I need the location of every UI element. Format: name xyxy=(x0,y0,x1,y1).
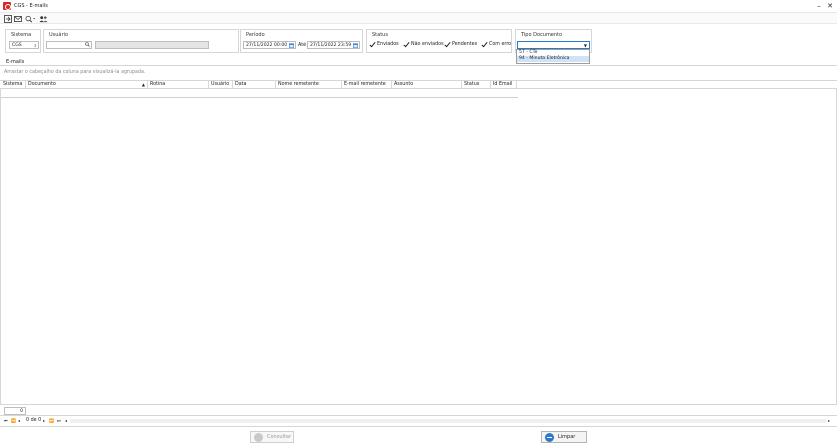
first-page-icon[interactable]: ⏮ xyxy=(4,418,8,423)
limpar-button[interactable]: Limpar xyxy=(541,431,587,443)
column-header-data[interactable]: Data xyxy=(233,81,276,89)
window-title: CGS - E-mails xyxy=(14,3,48,9)
column-header-nome-remetente[interactable]: Nome remetente xyxy=(276,81,342,89)
column-header-usuario[interactable]: Usuário xyxy=(209,81,233,89)
sistema-field[interactable]: CGS ⇕ xyxy=(9,41,39,49)
usuario-name-field xyxy=(95,41,209,49)
status-title: Status xyxy=(372,32,388,38)
zoom-icon[interactable] xyxy=(24,14,36,23)
sistema-value: CGS xyxy=(12,43,22,48)
periodo-title: Período xyxy=(246,32,265,38)
search-icon xyxy=(254,432,263,442)
status-group: Status Enviados Não enviados Pendentes C… xyxy=(366,29,512,53)
prev-page-group-icon[interactable]: ⏪ xyxy=(11,418,16,423)
clear-icon xyxy=(545,432,554,442)
checkmark-icon xyxy=(404,41,410,48)
tab-divider xyxy=(0,65,837,66)
grid-footer: 0 xyxy=(0,404,837,416)
close-button[interactable]: ✕ xyxy=(825,1,835,11)
periodo-from-value: 27/11/2022 00:00 xyxy=(246,43,288,48)
calendar-icon[interactable] xyxy=(289,43,295,48)
grid-body xyxy=(0,89,837,404)
periodo-from-field[interactable]: 27/11/2022 00:00 xyxy=(243,41,296,49)
search-icon[interactable] xyxy=(85,42,90,48)
periodo-to-label: Até xyxy=(298,43,307,48)
action-bar: Consultar Limpar xyxy=(0,426,837,448)
grid-navigator: ⏮ ⏪ ◂ 0 de 0 ▸ ⏩ ⏭ ◂ ▸ xyxy=(0,416,837,426)
chevron-down-icon[interactable]: ▼ xyxy=(584,42,587,48)
email-icon[interactable] xyxy=(13,14,22,23)
page-info: 0 de 0 xyxy=(26,418,42,423)
checkbox-label: Não enviados xyxy=(411,42,444,47)
column-header-assunto[interactable]: Assunto xyxy=(392,81,462,89)
minimize-button[interactable]: – xyxy=(814,1,824,11)
scroll-left-icon[interactable]: ◂ xyxy=(65,418,67,423)
calendar-icon[interactable] xyxy=(353,43,359,48)
periodo-group: Período 27/11/2022 00:00 Até 27/11/2022 … xyxy=(240,29,363,53)
checkbox-label: Com erro xyxy=(489,42,512,47)
checkbox-label: Pendentes xyxy=(452,42,478,47)
column-header-documento[interactable]: Documento ▲ xyxy=(26,81,148,89)
grid-header: Sistema Documento ▲ Rotina Usuário Data … xyxy=(0,80,837,89)
tipo-documento-select[interactable]: ▼ xyxy=(517,41,590,49)
checkbox-pendentes[interactable]: Pendentes xyxy=(445,41,477,48)
next-page-group-icon[interactable]: ⏩ xyxy=(49,418,54,423)
scroll-right-icon[interactable]: ▸ xyxy=(828,418,830,423)
limpar-label: Limpar xyxy=(558,434,576,440)
prev-page-icon[interactable]: ◂ xyxy=(18,418,20,423)
periodo-to-field[interactable]: 27/11/2022 23:59 xyxy=(307,41,360,49)
horizontal-scrollbar[interactable] xyxy=(70,419,826,423)
periodo-to-value: 27/11/2022 23:59 xyxy=(310,43,352,48)
consultar-label: Consultar xyxy=(267,434,291,440)
tipo-documento-title: Tipo Documento xyxy=(521,32,563,38)
checkbox-com-erro[interactable]: Com erro xyxy=(482,41,511,48)
sort-ascending-icon: ▲ xyxy=(141,82,145,87)
checkmark-icon xyxy=(445,41,451,48)
column-header-sistema[interactable]: Sistema xyxy=(1,81,26,89)
exit-icon[interactable] xyxy=(3,14,12,23)
usuario-title: Usuário xyxy=(49,32,69,38)
checkbox-nao-enviados[interactable]: Não enviados xyxy=(404,41,444,48)
record-count: 0 xyxy=(4,407,26,415)
dropdown-option-highlighted[interactable]: 94 - Minuta Eletrônica xyxy=(517,56,589,62)
app-logo-icon xyxy=(3,2,11,10)
last-page-icon[interactable]: ⏭ xyxy=(57,418,61,423)
tipo-documento-dropdown: 57 - CTe 94 - Minuta Eletrônica xyxy=(516,49,590,64)
checkbox-enviados[interactable]: Enviados xyxy=(370,41,399,48)
usuario-group: Usuário xyxy=(43,29,239,53)
sistema-group: Sistema CGS ⇕ xyxy=(5,29,41,53)
sistema-title: Sistema xyxy=(11,32,32,38)
grid-new-row-line xyxy=(1,97,518,98)
next-page-icon[interactable]: ▸ xyxy=(43,418,45,423)
checkmark-icon xyxy=(370,41,376,48)
column-header-rotina[interactable]: Rotina xyxy=(148,81,209,89)
spinner-icon[interactable]: ⇕ xyxy=(34,42,37,48)
users-icon[interactable] xyxy=(38,14,48,23)
consultar-button: Consultar xyxy=(250,431,294,443)
checkmark-icon xyxy=(482,41,488,48)
toolbar xyxy=(0,13,837,24)
column-header-email-remetente[interactable]: E-mail remetente xyxy=(342,81,392,89)
column-header-id-email[interactable]: Id Email xyxy=(491,81,517,89)
group-by-hint: Arrastar o cabeçalho da coluna para visu… xyxy=(4,70,146,75)
title-bar: CGS - E-mails – ✕ xyxy=(0,0,837,13)
checkbox-label: Enviados xyxy=(377,42,399,47)
usuario-code-field[interactable] xyxy=(46,41,92,49)
column-header-status[interactable]: Status xyxy=(462,81,491,89)
column-header-label: Documento xyxy=(28,82,56,87)
